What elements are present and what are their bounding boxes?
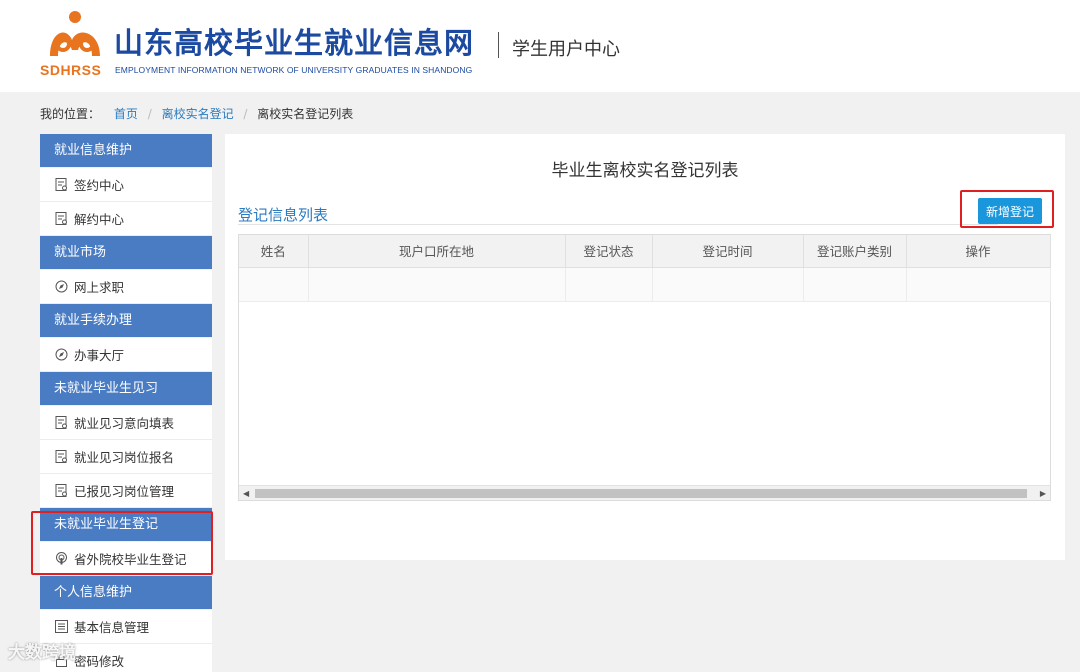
- list-title: 登记信息列表: [238, 206, 329, 224]
- sdhrss-logo-icon: [50, 11, 100, 56]
- sidebar-item-label: 基本信息管理: [74, 620, 150, 635]
- sidebar-item-service-hall[interactable]: 办事大厅: [40, 338, 212, 372]
- scroll-left-arrow-icon[interactable]: ◀: [243, 486, 249, 501]
- header-divider: [498, 32, 499, 58]
- table-cell: [565, 267, 653, 302]
- main-panel: 毕业生离校实名登记列表 登记信息列表 新增登记 姓名 现户口所在地 登记状态 登…: [225, 134, 1065, 560]
- watermark: 大数跨境: [8, 643, 76, 663]
- breadcrumb-separator: /: [243, 107, 248, 121]
- page-title: 毕业生离校实名登记列表: [551, 161, 739, 181]
- breadcrumb-home-link[interactable]: 首页: [114, 107, 138, 121]
- document-icon: [54, 178, 68, 192]
- table-cell: [652, 267, 804, 302]
- column-header-time: 登记时间: [652, 235, 804, 268]
- sidebar-item-label: 签约中心: [74, 178, 125, 193]
- compass-icon: [54, 348, 68, 362]
- sidebar-item-internship-manage[interactable]: 已报见习岗位管理: [40, 474, 212, 508]
- compass-icon: [54, 280, 68, 294]
- sidebar-item-label: 办事大厅: [74, 348, 125, 363]
- table-header-row: 姓名 现户口所在地 登记状态 登记时间 登记账户类别 操作: [239, 235, 1051, 268]
- site-header: SDHRSS 山东高校毕业生就业信息网 EMPLOYMENT INFORMATI…: [0, 0, 1080, 92]
- sidebar-section-personal-info[interactable]: 个人信息维护: [40, 576, 212, 610]
- user-center-title: 学生用户中心: [512, 39, 620, 60]
- column-header-actions: 操作: [906, 235, 1051, 268]
- scrollbar-thumb[interactable]: [255, 489, 1027, 498]
- registration-table: 姓名 现户口所在地 登记状态 登记时间 登记账户类别 操作 ◀ ▶: [238, 234, 1051, 501]
- sidebar-item-label: 网上求职: [74, 280, 125, 295]
- sidebar-item-internship-signup[interactable]: 就业见习岗位报名: [40, 440, 212, 474]
- document-icon: [54, 450, 68, 464]
- sidebar-section-employment-info[interactable]: 就业信息维护: [40, 134, 212, 168]
- column-header-residence: 现户口所在地: [308, 235, 566, 268]
- logo-text: SDHRSS: [40, 62, 102, 78]
- sidebar-section-job-market[interactable]: 就业市场: [40, 236, 212, 270]
- document-icon: [54, 416, 68, 430]
- sidebar-item-cancel-center[interactable]: 解约中心: [40, 202, 212, 236]
- column-header-name: 姓名: [239, 235, 309, 268]
- breadcrumb-current: 离校实名登记列表: [257, 107, 354, 121]
- document-icon: [54, 212, 68, 226]
- breadcrumb-label: 我的位置：: [40, 107, 101, 121]
- sidebar-item-label: 密码修改: [74, 654, 125, 669]
- table-row[interactable]: [239, 267, 1051, 302]
- table-cell: [239, 267, 309, 302]
- breadcrumb-registration-link[interactable]: 离校实名登记: [162, 107, 234, 121]
- table-cell-actions[interactable]: [906, 267, 1051, 302]
- breadcrumb-separator: /: [147, 107, 152, 121]
- list-icon: [54, 620, 68, 634]
- breadcrumb: 我的位置： 首页 / 离校实名登记 / 离校实名登记列表: [40, 105, 353, 122]
- sidebar-item-label: 就业见习岗位报名: [74, 450, 175, 465]
- list-divider: [238, 224, 998, 225]
- highlight-sidebar-registration: [31, 511, 213, 575]
- column-header-status: 登记状态: [565, 235, 653, 268]
- sidebar-section-internship[interactable]: 未就业毕业生见习: [40, 372, 212, 406]
- sidebar-item-online-job[interactable]: 网上求职: [40, 270, 212, 304]
- site-title[interactable]: 山东高校毕业生就业信息网: [114, 20, 474, 62]
- sidebar-item-label: 就业见习意向填表: [74, 416, 175, 431]
- scroll-right-arrow-icon[interactable]: ▶: [1040, 486, 1046, 501]
- highlight-add-button: [960, 190, 1054, 228]
- column-header-account-type: 登记账户类别: [803, 235, 907, 268]
- sidebar-item-label: 已报见习岗位管理: [74, 484, 175, 499]
- sidebar-item-label: 解约中心: [74, 212, 125, 227]
- document-icon: [54, 484, 68, 498]
- horizontal-scrollbar[interactable]: ◀ ▶: [239, 485, 1050, 500]
- sidebar-item-internship-intent[interactable]: 就业见习意向填表: [40, 406, 212, 440]
- sidebar: 就业信息维护 签约中心 解约中心 就业市场 网上求职 就业手续办理 办事大厅 未…: [40, 134, 212, 672]
- table-cell: [803, 267, 907, 302]
- site-subtitle: EMPLOYMENT INFORMATION NETWORK OF UNIVER…: [115, 65, 473, 75]
- table-cell: [308, 267, 566, 302]
- sidebar-item-sign-center[interactable]: 签约中心: [40, 168, 212, 202]
- sidebar-section-procedures[interactable]: 就业手续办理: [40, 304, 212, 338]
